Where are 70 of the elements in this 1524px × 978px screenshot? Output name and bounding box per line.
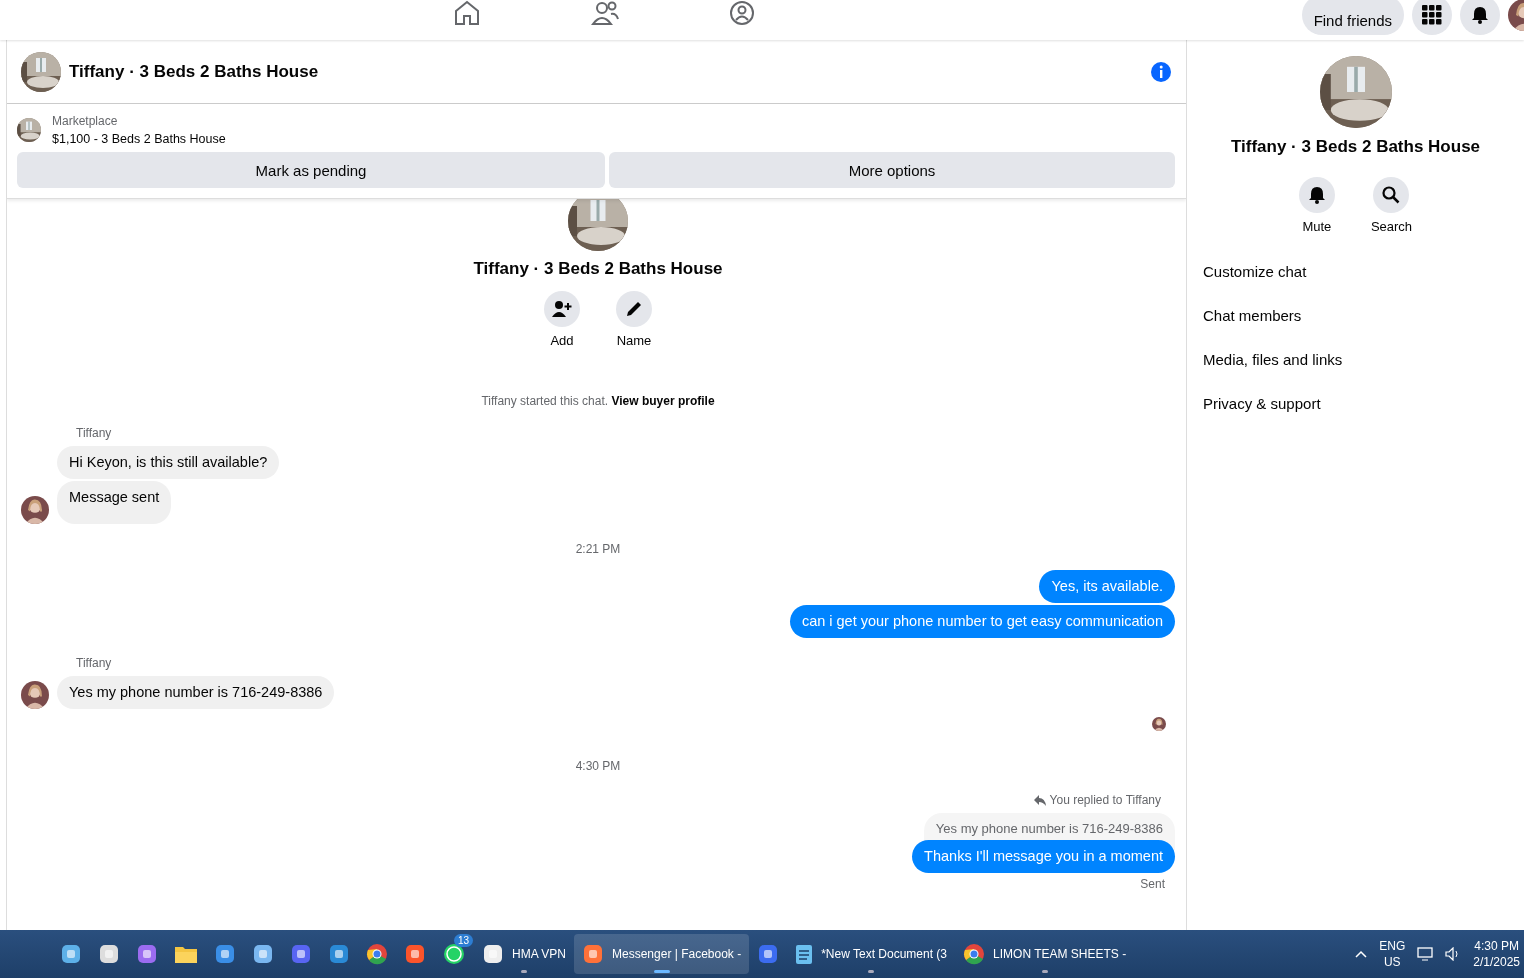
timestamp: 2:21 PM (574, 542, 622, 556)
pencil-icon (625, 300, 643, 318)
browser-icon (963, 943, 986, 965)
app-icon (60, 943, 82, 965)
sender-name: Tiffany (76, 656, 113, 670)
friends-icon[interactable] (591, 0, 619, 26)
clock-time: 4:30 PM (1474, 938, 1519, 954)
folder-icon (174, 944, 198, 964)
message-status: Sent (1140, 877, 1165, 891)
message-bubble: Yes my phone number is 716-249-8386 (57, 676, 335, 709)
app-icon (404, 943, 426, 965)
reply-note: You replied to Tiffany (1049, 793, 1161, 807)
language-indicator: ENG (1379, 938, 1406, 954)
menu-item[interactable]: Customize chat (1203, 250, 1524, 294)
taskbar-item[interactable]: LIMON TEAM SHEETS - (955, 934, 1135, 974)
clock-date: 2/1/2025 (1473, 954, 1520, 970)
add-person-icon (552, 300, 572, 318)
mark-pending-button[interactable]: Mark as pending (17, 152, 605, 188)
app-icon (98, 943, 120, 965)
message-bubble: Message sent (57, 481, 172, 524)
taskbar-item[interactable]: Messenger | Facebook - (574, 934, 750, 974)
taskbar-item[interactable]: HMA VPN (474, 934, 574, 974)
sender-name: Tiffany (76, 426, 113, 440)
app-icon (482, 943, 504, 965)
message-bubble: Thanks I'll message you in a moment (912, 840, 1175, 873)
chat-start-note: Tiffany started this chat. View buyer profile (481, 394, 715, 408)
region-indicator: US (1383, 954, 1401, 970)
app-icon (582, 943, 604, 965)
info-icon[interactable] (1150, 60, 1172, 83)
notifications-button[interactable] (1460, 0, 1500, 35)
read-avatar-icon (1152, 717, 1166, 731)
app-icon (136, 943, 158, 965)
app-icon (290, 943, 312, 965)
app-icon (214, 943, 236, 965)
bell-icon (1472, 6, 1488, 24)
avatar-icon (21, 681, 49, 709)
avatar-icon (21, 496, 49, 524)
more-options-button[interactable]: More options (609, 152, 1175, 188)
home-icon[interactable] (453, 0, 481, 26)
taskbar-item[interactable]: *New Text Document (3 (787, 934, 956, 974)
marketplace-label: Marketplace (52, 114, 119, 128)
timestamp: 4:30 PM (574, 759, 622, 773)
buyer-profile-link[interactable]: View buyer profile (611, 394, 715, 408)
chat-title: Tiffany · 3 Beds 2 Baths House (69, 61, 320, 82)
app-icon (252, 943, 274, 965)
chat-name: Tiffany · 3 Beds 2 Baths House (473, 259, 723, 279)
groups-icon[interactable] (729, 0, 755, 26)
unread-badge: 13 (454, 934, 474, 947)
message-bubble: can i get your phone number to get easy communication (789, 605, 1175, 638)
chat-name: Tiffany · 3 Beds 2 Baths House (1230, 137, 1481, 157)
search-icon (1382, 186, 1401, 204)
app-icon (757, 943, 780, 965)
find-friends-button[interactable]: Find friends (1301, 0, 1404, 35)
listing-title: $1,100 - 3 Beds 2 Baths House (52, 132, 226, 146)
taskbar-item[interactable]: 13 (434, 934, 474, 974)
reply-icon (1033, 794, 1046, 806)
chevron-icon[interactable] (1355, 950, 1368, 958)
menu-item[interactable]: Privacy & support (1203, 382, 1524, 426)
menu-item[interactable]: Chat members (1203, 294, 1524, 338)
notepad-icon (795, 943, 814, 965)
monitor-icon[interactable] (1417, 947, 1434, 961)
app-icon (328, 943, 350, 965)
menu-button[interactable] (1412, 0, 1452, 35)
menu-icon (1422, 5, 1442, 25)
bell-icon (1308, 186, 1325, 204)
message-bubble: Yes, its available. (1039, 570, 1175, 603)
chat-icon (442, 942, 466, 966)
message-bubble: Hi Keyon, is this still available? (57, 446, 280, 479)
browser-icon (366, 943, 388, 965)
menu-item[interactable]: Media, files and links (1203, 338, 1524, 382)
